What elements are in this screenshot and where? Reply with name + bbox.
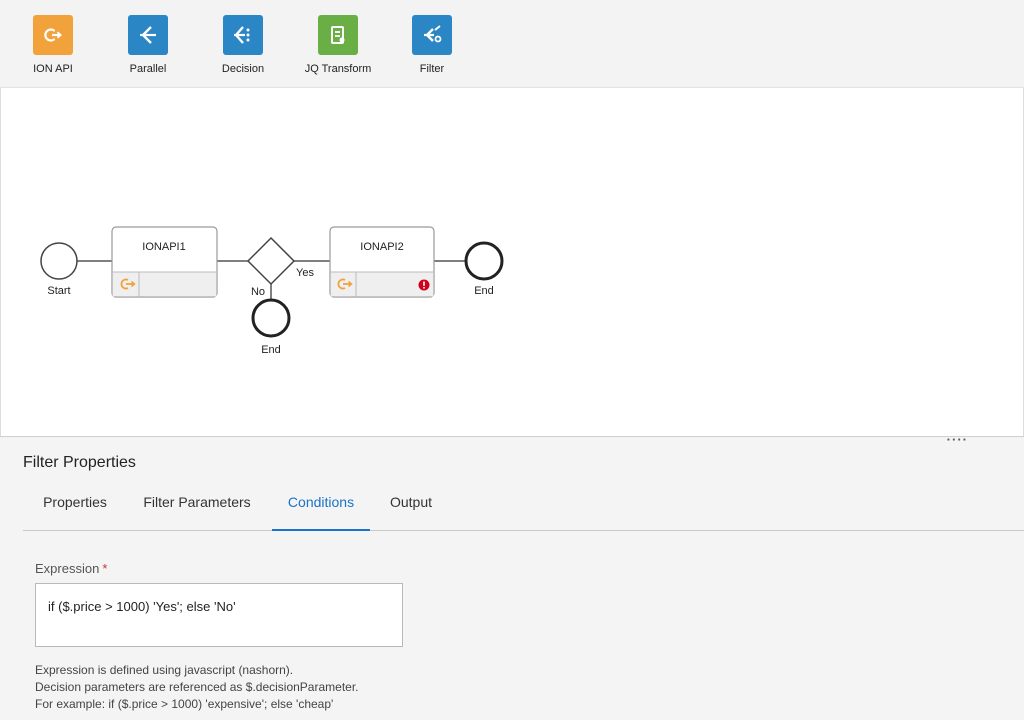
resize-handle[interactable]: ···· [947,433,968,446]
expression-help-text: Expression is defined using javascript (… [35,662,359,713]
palette-label: JQ Transform [304,63,372,75]
required-indicator: * [102,561,108,576]
palette-item-decision[interactable]: Decision [198,15,288,81]
decision-gateway[interactable] [246,236,296,286]
palette-item-filter[interactable]: Filter [387,15,477,81]
end-event-yes[interactable] [464,241,504,281]
ion-api-icon [33,15,73,55]
end-label-yes: End [474,285,494,297]
start-label: Start [47,285,70,297]
ionapi1-title: IONAPI1 [142,241,185,253]
filter-properties-panel: ···· Filter Properties Properties Filter… [0,433,1024,720]
parallel-icon [128,15,168,55]
end-label-no: End [261,344,281,356]
expression-input[interactable]: if ($.price > 1000) 'Yes'; else 'No' [35,583,403,647]
filter-icon [412,15,452,55]
palette-item-ion-api[interactable]: ION API [8,15,98,81]
ionapi2-node[interactable]: IONAPI2 [329,226,435,298]
tab-properties[interactable]: Properties [40,489,110,531]
tab-bar: Properties Filter Parameters Conditions … [23,489,1024,531]
no-label: No [251,286,265,298]
tab-conditions[interactable]: Conditions [272,489,370,531]
jq-transform-icon [318,15,358,55]
help-line: Expression is defined using javascript (… [35,663,294,677]
ionapi2-title: IONAPI2 [360,241,403,253]
error-icon [418,279,430,291]
help-line: For example: if ($.price > 1000) 'expens… [35,697,334,711]
tab-output[interactable]: Output [385,489,437,531]
flow-canvas[interactable]: Start IONAPI1 Yes No End IONAPI2 End [0,88,1024,436]
palette-label: Parallel [129,63,167,75]
start-event[interactable] [40,242,78,280]
palette-label: ION API [33,63,73,75]
palette-item-jq-transform[interactable]: JQ Transform [293,15,383,81]
panel-title: Filter Properties [23,454,136,471]
decision-icon [223,15,263,55]
tab-filter-parameters[interactable]: Filter Parameters [138,489,256,531]
expression-label-text: Expression [35,561,100,576]
component-palette: ION API Parallel Decision JQ Transform F… [0,0,1024,88]
ionapi1-node[interactable]: IONAPI1 [111,226,218,298]
expression-field-label: Expression * [35,561,107,576]
flow-diagram: Start IONAPI1 Yes No End IONAPI2 End [40,226,504,356]
end-event-no[interactable] [251,298,291,338]
palette-item-parallel[interactable]: Parallel [103,15,193,81]
help-line: Decision parameters are referenced as $.… [35,680,359,694]
palette-label: Filter [419,63,445,75]
yes-label: Yes [296,267,314,279]
palette-label: Decision [221,63,265,75]
